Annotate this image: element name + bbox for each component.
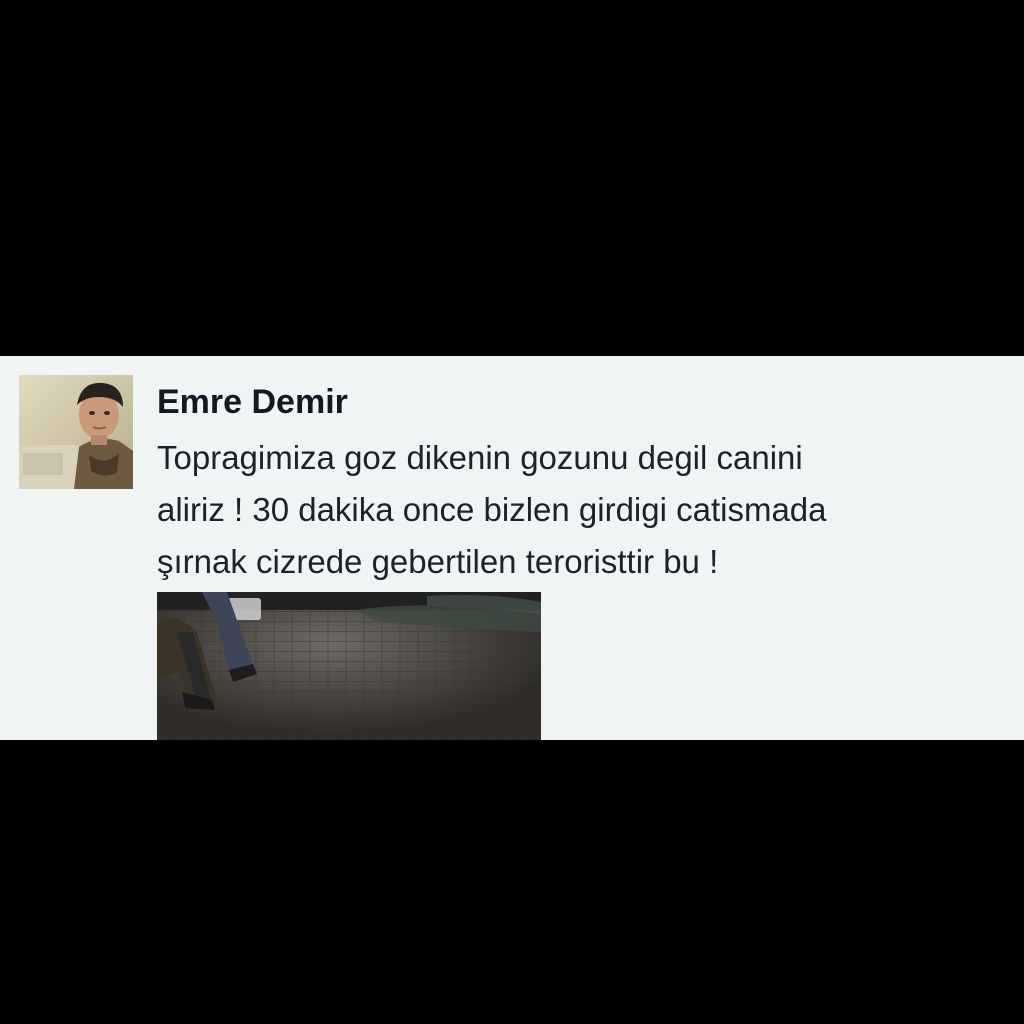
screenshot-frame: Emre Demir Topragimiza goz dikenin gozun… [0, 0, 1024, 1024]
comment-text-line: şırnak cizrede gebertilen teroristtir bu… [157, 543, 719, 580]
night-street-photo-icon [157, 592, 541, 740]
comment-text: Topragimiza goz dikenin gozunu degil can… [157, 432, 1007, 588]
comment-text-line: aliriz ! 30 dakika once bizlen girdigi c… [157, 491, 827, 528]
author-avatar[interactable] [19, 375, 133, 489]
author-name[interactable]: Emre Demir [157, 382, 348, 422]
profile-photo-icon [19, 375, 133, 489]
attached-photo[interactable] [157, 592, 541, 740]
letterbox-top [0, 0, 1024, 356]
letterbox-bottom [0, 740, 1024, 1024]
comment-text-line: Topragimiza goz dikenin gozunu degil can… [157, 439, 803, 476]
comment-card: Emre Demir Topragimiza goz dikenin gozun… [0, 356, 1024, 740]
